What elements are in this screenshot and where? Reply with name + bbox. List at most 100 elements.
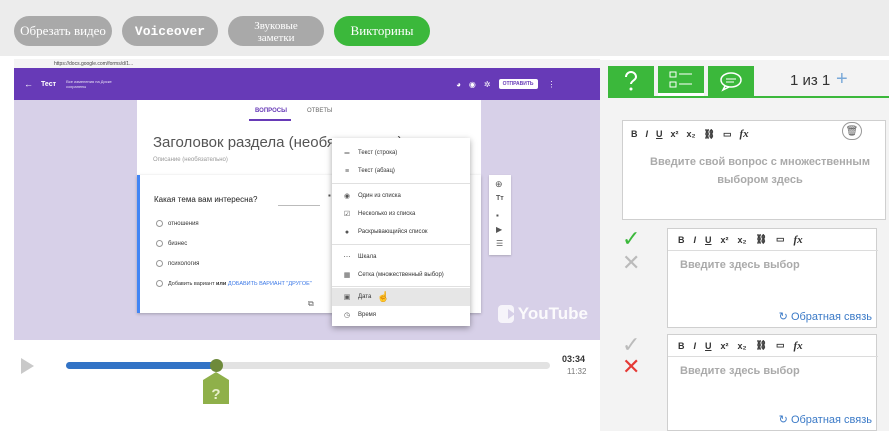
menu-label: Раскрывающийся список: [358, 229, 428, 235]
menu-item-time: ◷ Время: [332, 306, 470, 324]
menu-item-date: ▣ Дата ☝: [332, 288, 470, 306]
settings-gear-icon: ✲: [483, 79, 491, 89]
audio-notes-label-line1: Звуковые: [254, 20, 298, 32]
refresh-icon: ↻: [778, 414, 788, 426]
quiz-marker[interactable]: ?: [201, 372, 231, 404]
option-label: психология: [168, 260, 200, 267]
subscript-button[interactable]: x₂: [738, 341, 747, 351]
answer-editor-1[interactable]: B I U x² x₂ ⛓ ▭ fx Введите здесь выбор ↻…: [667, 228, 878, 328]
answer-placeholder: Введите здесь выбор: [680, 259, 800, 271]
image-icon[interactable]: ▭: [776, 234, 785, 245]
menu-label: Дата: [358, 294, 372, 300]
correct-check-icon[interactable]: ✓: [622, 228, 640, 250]
multiple-choice-tab[interactable]: [658, 66, 704, 96]
form-side-tools: ⊕ Tт ▪ ▶ ☰: [489, 175, 511, 255]
link-icon[interactable]: ⛓: [756, 340, 767, 351]
underline-button[interactable]: U: [705, 341, 712, 351]
incorrect-cross-icon[interactable]: ✕: [622, 252, 640, 274]
feedback-label: Обратная связь: [790, 311, 872, 323]
formula-button[interactable]: fx: [794, 234, 803, 246]
play-icon[interactable]: [21, 358, 34, 374]
underline-button[interactable]: U: [705, 235, 712, 245]
answer-editor-2[interactable]: B I U x² x₂ ⛓ ▭ fx Введите здесь выбор ↻…: [667, 334, 878, 431]
more-icon: ⋮: [547, 79, 556, 89]
trim-video-label: Обрезать видео: [20, 23, 106, 38]
browser-url: https://docs.google.com/forms/d/1...: [54, 60, 134, 67]
italic-button[interactable]: I: [646, 129, 649, 139]
superscript-button[interactable]: x²: [721, 235, 729, 245]
voiceover-tab[interactable]: Voiceover: [122, 16, 218, 46]
subscript-button[interactable]: x₂: [687, 129, 696, 139]
image-icon[interactable]: ▭: [723, 129, 732, 140]
tab-underline: [249, 119, 291, 121]
menu-item-checkbox: ☑ Несколько из списка: [332, 205, 470, 223]
trim-video-tab[interactable]: Обрезать видео: [14, 16, 112, 46]
underline-button[interactable]: U: [656, 129, 663, 139]
add-option-label: Добавить вариант: [168, 280, 215, 287]
add-video-icon: ▶: [496, 225, 503, 234]
menu-label: Сетка (множественный выбор): [358, 272, 444, 278]
timeline-handle[interactable]: [210, 359, 224, 372]
option-2: бизнес: [156, 240, 187, 247]
question-type-tab[interactable]: [608, 66, 654, 96]
menu-item-grid: ▦ Сетка (множественный выбор): [332, 266, 470, 284]
grid-icon: ▦: [343, 272, 351, 279]
superscript-button[interactable]: x²: [671, 129, 679, 139]
delete-question-button[interactable]: 🗑: [842, 122, 862, 140]
menu-item-scale: ⋯ Шкала: [332, 248, 470, 266]
correct-check-icon[interactable]: ✓: [622, 334, 640, 356]
form-tabs: ВОПРОСЫ ОТВЕТЫ: [137, 100, 481, 122]
question-type-menu: ═ Текст (строка) ≡ Текст (абзац) ◉ Один из …: [332, 138, 470, 326]
tab-questions: ВОПРОСЫ: [255, 108, 287, 114]
add-image-icon: ▪: [496, 211, 499, 220]
refresh-icon: ↻: [778, 311, 788, 323]
link-icon[interactable]: ⛓: [756, 234, 767, 245]
comment-tab[interactable]: [708, 66, 754, 96]
youtube-label: YouTube: [517, 304, 588, 323]
superscript-button[interactable]: x²: [721, 341, 729, 351]
option-label: бизнес: [168, 240, 188, 247]
copy-icon: ⧉: [308, 299, 314, 308]
quizzes-label: Викторины: [350, 23, 414, 38]
timeline-progress: [66, 362, 217, 369]
feedback-link[interactable]: ↻ Обратная связь: [779, 413, 872, 426]
italic-button[interactable]: I: [694, 235, 697, 245]
feedback-link[interactable]: ↻ Обратная связь: [779, 310, 872, 323]
bold-button[interactable]: B: [631, 129, 638, 139]
incorrect-cross-icon[interactable]: ✕: [622, 356, 640, 378]
menu-item-paragraph: ≡ Текст (абзац): [332, 162, 470, 180]
add-question-icon: ⊕: [495, 179, 503, 189]
image-icon[interactable]: ▭: [776, 340, 785, 351]
option-1: отношения: [156, 220, 199, 227]
link-icon[interactable]: ⛓: [704, 129, 715, 140]
menu-label: Один из списка: [358, 193, 401, 199]
form-save-status: Все изменения на Диске сохранены: [66, 79, 112, 89]
video-preview[interactable]: https://docs.google.com/forms/d/1... ← Т…: [14, 59, 600, 340]
question-text: Какая тема вам интересна?: [154, 195, 258, 204]
short-text-icon: ═: [344, 149, 350, 157]
bold-button[interactable]: B: [678, 341, 685, 351]
duration: 11:32: [567, 367, 587, 376]
radio-icon: ◉: [343, 193, 351, 200]
radio-icon: [156, 220, 163, 227]
question-underline: [278, 205, 320, 206]
formula-button[interactable]: fx: [740, 128, 749, 140]
italic-button[interactable]: I: [694, 341, 697, 351]
hand-cursor-icon: ☝: [377, 291, 390, 303]
preview-eye-icon: ◉: [468, 79, 476, 89]
answer-toolbar: B I U x² x₂ ⛓ ▭ fx: [668, 335, 878, 357]
add-title-icon: Tт: [496, 195, 504, 202]
add-question-button[interactable]: +: [836, 68, 848, 91]
menu-label: Время: [358, 312, 377, 318]
add-option-or: или: [216, 280, 227, 287]
checkbox-icon: ☑: [343, 211, 351, 218]
subscript-button[interactable]: x₂: [738, 235, 747, 245]
menu-item-radio: ◉ Один из списка: [332, 187, 470, 205]
audio-notes-tab[interactable]: Звуковые заметки: [228, 16, 324, 46]
formula-button[interactable]: fx: [794, 340, 803, 352]
form-title: Тест: [41, 80, 57, 88]
quizzes-tab[interactable]: Викторины: [334, 16, 430, 46]
add-other-link: ДОБАВИТЬ ВАРИАНТ "ДРУГОЕ": [227, 280, 312, 287]
bold-button[interactable]: B: [678, 235, 685, 245]
option-label: отношения: [168, 220, 199, 227]
